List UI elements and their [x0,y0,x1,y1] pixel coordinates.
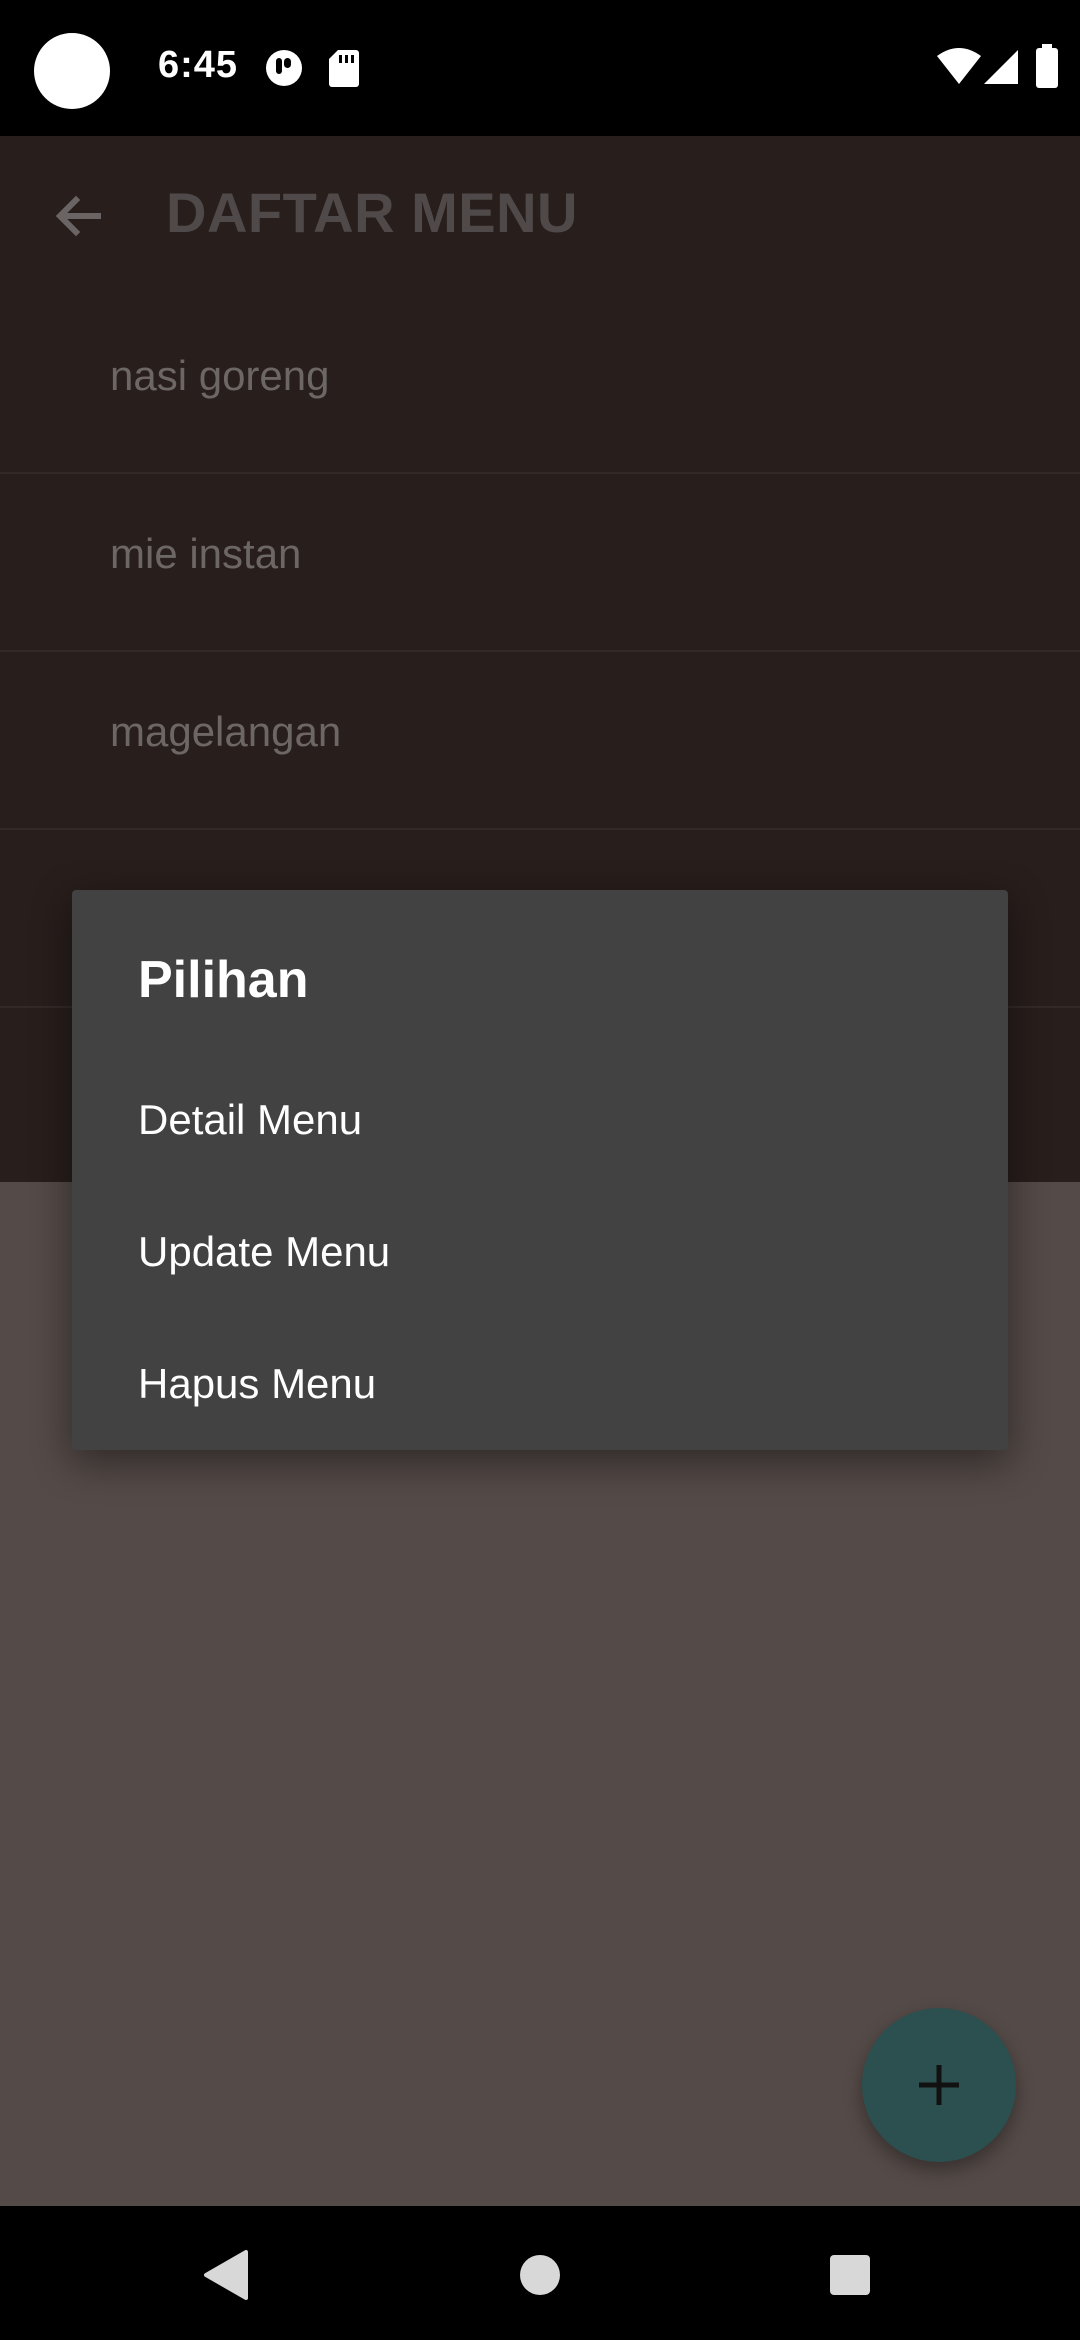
app-bar: DAFTAR MENU [0,136,1080,296]
list-item-label: magelangan [110,708,342,755]
navigation-bar [0,2206,1080,2340]
battery-icon [1036,44,1058,88]
cellular-signal-icon [982,48,1020,88]
list-item[interactable]: nasi goreng [0,296,1080,474]
list-item-label: nasi goreng [110,352,330,399]
options-dialog: Pilihan Detail Menu Update Menu Hapus Me… [72,890,1008,1450]
update-menu-option[interactable]: Update Menu [72,1188,1008,1320]
delete-menu-option[interactable]: Hapus Menu [72,1320,1008,1452]
detail-menu-option[interactable]: Detail Menu [72,1056,1008,1188]
plus-icon [909,2055,969,2115]
arrow-back-icon[interactable] [48,186,108,246]
phone-screen: 6:45 DAFTAR MENU nasi goreng mie instan … [0,0,1080,2340]
home-nav-icon[interactable] [495,2230,585,2320]
list-item-label: mie instan [110,530,302,577]
dialog-option-label: Detail Menu [138,1096,363,1143]
dialog-title: Pilihan [138,951,309,1009]
sd-card-icon [328,48,360,88]
camera-cutout [34,33,110,109]
back-nav-icon[interactable] [180,2230,270,2320]
dialog-option-label: Update Menu [138,1228,391,1275]
notification-icon [264,48,304,88]
recents-nav-icon[interactable] [805,2230,895,2320]
list-item[interactable]: mie instan [0,474,1080,652]
add-menu-button[interactable] [862,2008,1016,2162]
status-bar: 6:45 [0,0,1080,136]
list-item[interactable]: magelangan [0,652,1080,830]
wifi-icon [936,46,982,86]
page-title: DAFTAR MENU [166,181,578,244]
status-time: 6:45 [158,44,239,86]
dialog-option-label: Hapus Menu [138,1360,377,1407]
